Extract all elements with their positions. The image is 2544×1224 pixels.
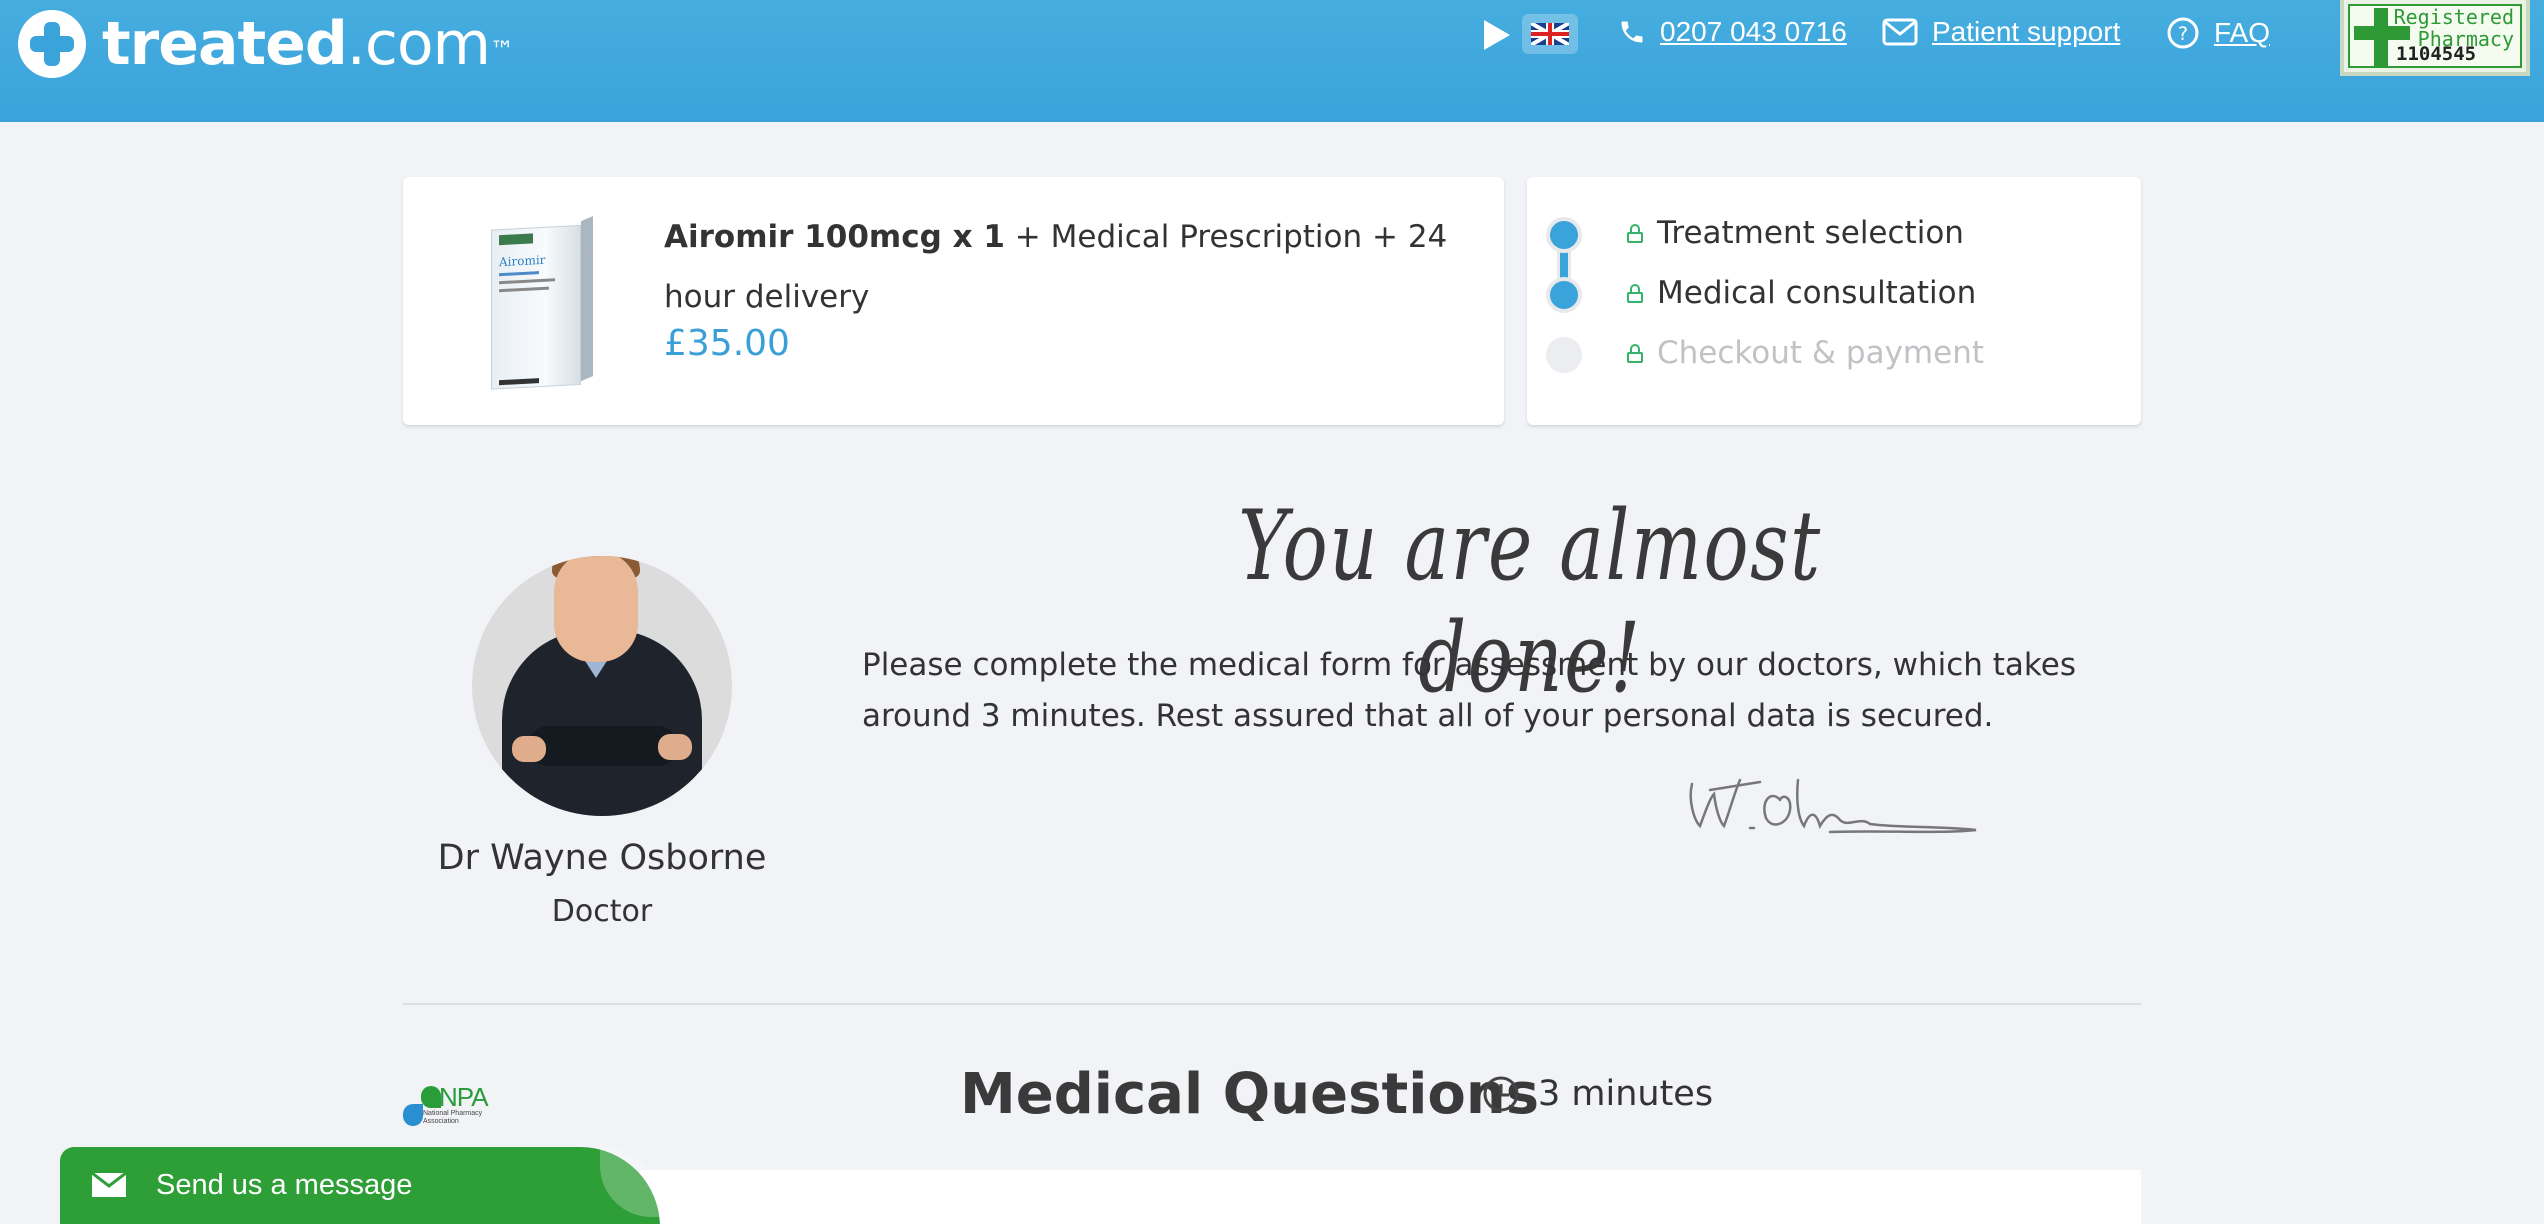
send-message-label: Send us a message	[156, 1169, 413, 1201]
medical-form-panel	[640, 1170, 2141, 1224]
section-divider	[403, 1003, 2141, 1005]
duration-label: 3 minutes	[1538, 1074, 1714, 1114]
step-medical-consultation: Medical consultation	[1627, 275, 1976, 311]
badge-line-1: Registered	[2393, 5, 2514, 29]
step-label: Medical consultation	[1657, 275, 1977, 311]
doctor-avatar	[472, 556, 732, 816]
step-label: Checkout & payment	[1657, 335, 1984, 371]
step-treatment-selection: Treatment selection	[1627, 215, 1964, 251]
step-dot-current	[1546, 277, 1582, 313]
registered-pharmacy-badge[interactable]: Registered Pharmacy 1104545	[2340, 0, 2530, 76]
play-icon[interactable]	[1484, 20, 1510, 50]
step-dot-complete	[1546, 217, 1582, 253]
section-title: Medical Questions	[960, 1062, 1540, 1127]
site-header: treated.com™ 0207 043 0716 Patient suppo…	[0, 0, 2544, 122]
npa-abbr: NPA	[439, 1082, 489, 1112]
faq-label: FAQ	[2214, 17, 2271, 48]
uk-flag-icon	[1531, 23, 1569, 45]
step-label: Treatment selection	[1657, 215, 1964, 251]
clock-icon	[1483, 1076, 1519, 1112]
faq-link[interactable]: ? FAQ	[2166, 16, 2270, 50]
step-dot-pending	[1546, 337, 1582, 373]
intro-text: Please complete the medical form for ass…	[862, 647, 2076, 734]
order-summary-card: Airomir Airomir 100mcg x 1 + Medical Pre…	[403, 177, 1504, 425]
patient-support-label: Patient support	[1932, 16, 2121, 47]
lock-icon	[1627, 224, 1643, 243]
npa-sub-line-2: Association	[423, 1118, 459, 1125]
npa-sub-line-1: National Pharmacy	[423, 1110, 483, 1117]
product-name: Airomir 100mcg x 1	[664, 219, 1005, 255]
logo-cross-icon	[18, 10, 86, 78]
doctor-signature	[1689, 778, 1977, 834]
language-selector[interactable]	[1522, 14, 1578, 54]
badge-number: 1104545	[2396, 43, 2477, 65]
product-box-brand: Airomir	[499, 252, 546, 270]
send-message-widget[interactable]: Send us a message	[60, 1147, 660, 1224]
doctor-role: Doctor	[551, 894, 653, 929]
mail-icon	[1882, 18, 1918, 46]
svg-text:?: ?	[2178, 23, 2188, 45]
progress-steps-card: Treatment selection Medical consultation…	[1527, 177, 2141, 425]
phone-icon	[1621, 21, 1643, 43]
doctor-name: Dr Wayne Osborne	[437, 838, 767, 878]
product-title: Airomir 100mcg x 1 + Medical Prescriptio…	[664, 207, 1464, 327]
product-price: £35.00	[664, 323, 790, 364]
help-circle-icon: ?	[2167, 17, 2199, 49]
lock-icon	[1627, 344, 1643, 363]
site-logo[interactable]: treated.com™	[18, 9, 514, 79]
logo-text: treated.com™	[102, 9, 514, 79]
section-duration: 3 minutes	[1482, 1074, 1713, 1114]
product-image: Airomir	[491, 210, 593, 395]
step-checkout-payment: Checkout & payment	[1627, 335, 1984, 371]
npa-logo: NPA National Pharmacy Association	[403, 1082, 513, 1128]
lock-icon	[1627, 284, 1643, 303]
envelope-icon	[92, 1173, 126, 1197]
patient-support-link[interactable]: Patient support	[1882, 16, 2120, 48]
phone-link[interactable]: 0207 043 0716	[1618, 16, 1847, 48]
phone-number: 0207 043 0716	[1660, 16, 1847, 47]
